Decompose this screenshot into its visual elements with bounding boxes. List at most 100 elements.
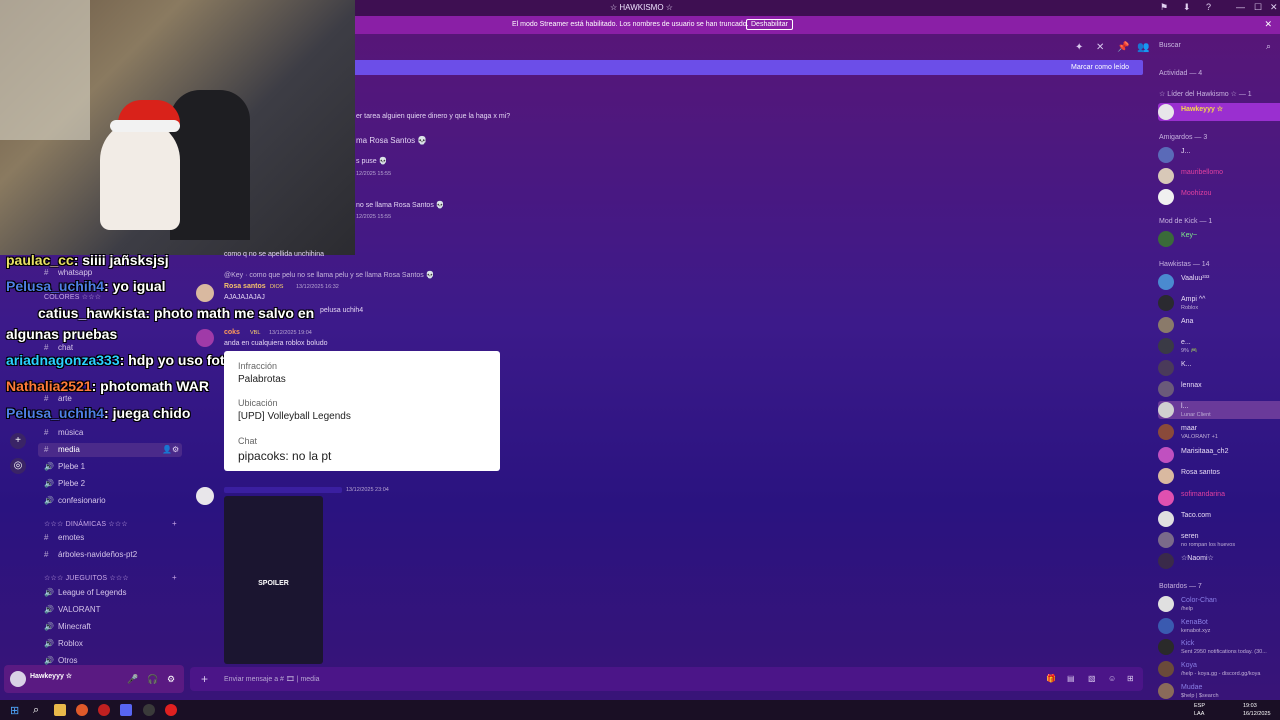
voice-plebe-1[interactable]: 🔊 Plebe 1	[44, 462, 85, 471]
category-dinamicas[interactable]: ☆☆☆ DINÁMICAS ☆☆☆	[44, 520, 128, 528]
voice-plebe-2[interactable]: 🔊 Plebe 2	[44, 479, 85, 488]
voice-minecraft[interactable]: 🔊 Minecraft	[44, 622, 91, 631]
invite-icon[interactable]: 👤	[162, 445, 172, 454]
member-item[interactable]: Vaaluu³³³	[1158, 273, 1278, 291]
voice-lol[interactable]: 🔊 League of Legends	[44, 588, 127, 597]
avatar[interactable]	[10, 671, 26, 687]
channel-label: chat	[58, 343, 74, 352]
user-name[interactable]: Hawkeyyy ☆	[30, 672, 72, 680]
member-item[interactable]: lennax	[1158, 380, 1278, 398]
disable-streamer-button[interactable]: Deshabilitar	[746, 19, 793, 30]
add-channel-icon[interactable]: +	[172, 573, 177, 582]
member-item[interactable]: Key~	[1158, 230, 1278, 248]
category-jueguitos[interactable]: ☆☆☆ JUEGUITOS ☆☆☆	[44, 574, 129, 582]
category-colores[interactable]: COLORES ☆☆☆	[44, 293, 101, 301]
member-item[interactable]: ☆Naomi☆	[1158, 552, 1278, 570]
download-icon[interactable]: ⬇	[1183, 2, 1191, 13]
channel-musica[interactable]: # música	[44, 428, 83, 437]
chat-label: Chat	[238, 436, 258, 446]
emoji-icon[interactable]: ☺	[1108, 674, 1116, 683]
avatar[interactable]	[196, 329, 214, 347]
member-item[interactable]: Mudae $help | $search	[1158, 682, 1278, 700]
app-icon[interactable]	[143, 704, 155, 716]
microphone-icon[interactable]: 🎤	[127, 674, 138, 685]
inbox-icon[interactable]: ⚑	[1160, 2, 1168, 13]
attach-icon[interactable]: +	[201, 672, 208, 686]
members-icon[interactable]: 👥	[1137, 42, 1149, 53]
youtube-icon[interactable]	[165, 704, 177, 716]
maximize-icon[interactable]: ☐	[1254, 2, 1262, 13]
voice-otros[interactable]: 🔊 Otros	[44, 656, 78, 665]
activity-header[interactable]: Actividad — 4	[1159, 70, 1202, 77]
member-item[interactable]: K...	[1158, 359, 1278, 377]
discover-icon[interactable]: ◎	[10, 458, 26, 474]
member-item[interactable]: Ampi ^^ Roblox	[1158, 294, 1278, 312]
explorer-icon[interactable]	[54, 704, 66, 716]
member-item[interactable]: Ana	[1158, 316, 1278, 334]
gif-icon[interactable]: ▤	[1067, 674, 1075, 683]
channel-media[interactable]: # media	[44, 445, 80, 454]
channel-whatsapp[interactable]: # whatsapp	[44, 268, 92, 277]
member-item[interactable]: Rosa santos	[1158, 467, 1278, 485]
mark-read-button[interactable]: Marcar como leído	[1071, 64, 1129, 71]
message-author[interactable]: coks	[224, 329, 240, 336]
start-icon[interactable]: ⊞	[10, 704, 22, 717]
user-settings-icon[interactable]: ⚙	[167, 674, 175, 685]
member-item[interactable]: Marisitaaa_ch2	[1158, 446, 1278, 464]
threads-icon[interactable]: ✦	[1075, 42, 1083, 53]
member-item[interactable]: KenaBot kenabot.xyz	[1158, 617, 1278, 635]
composer-placeholder: Enviar mensaje a # 🎞 | media	[224, 676, 320, 683]
pin-icon[interactable]: 📌	[1117, 42, 1129, 53]
channel-chat[interactable]: # chat	[44, 343, 73, 352]
member-item[interactable]: J...	[1158, 146, 1278, 164]
close-icon[interactable]: ✕	[1270, 2, 1278, 13]
mute-icon[interactable]: ✕	[1096, 42, 1104, 53]
settings-icon[interactable]: ⚙	[172, 445, 179, 454]
channel-emotes[interactable]: # emotes	[44, 533, 84, 542]
member-item[interactable]: Hawkeyyy ☆	[1158, 103, 1280, 121]
member-item[interactable]: Moohizou	[1158, 188, 1278, 206]
member-item[interactable]: maar VALORANT +1	[1158, 423, 1278, 441]
sticker-icon[interactable]: ▧	[1088, 674, 1096, 683]
language-indicator[interactable]: ESP	[1194, 703, 1205, 709]
member-item[interactable]: seren no rompan los huevos	[1158, 531, 1278, 549]
minimize-icon[interactable]: —	[1236, 2, 1245, 12]
add-channel-icon[interactable]: +	[172, 519, 177, 528]
voice-confesionario[interactable]: 🔊 confesionario	[44, 496, 106, 505]
spoiler-attachment[interactable]: SPOILER	[224, 496, 323, 664]
headphones-icon[interactable]: 🎧	[147, 674, 158, 685]
channel-arte[interactable]: # arte	[44, 394, 72, 403]
message-text: s puse 💀	[356, 158, 388, 165]
voice-valorant[interactable]: 🔊 VALORANT	[44, 605, 101, 614]
overlay-chat-line: Pelusa_uchih4: yo igual	[6, 278, 166, 294]
member-item[interactable]: Color-Chan/help	[1158, 595, 1278, 613]
apps-icon[interactable]: ⊞	[1127, 674, 1134, 683]
member-item[interactable]: Kick Sent 2950 notifications today. (30..…	[1158, 638, 1278, 656]
opera-icon[interactable]	[98, 704, 110, 716]
discord-icon[interactable]	[120, 704, 132, 716]
close-banner-icon[interactable]: ✕	[1264, 19, 1272, 30]
member-item[interactable]: Koya/help - koya.gg - discord.gg/koya	[1158, 660, 1278, 678]
browser-icon[interactable]	[76, 704, 88, 716]
message-author[interactable]: Rosa santos	[224, 283, 266, 290]
message-composer[interactable]: + Enviar mensaje a # 🎞 | media 🎁 ▤ ▧ ☺ ⊞	[190, 667, 1143, 691]
search-icon[interactable]: ⌕	[33, 704, 45, 716]
window-title: ☆ HAWKISMO ☆	[610, 3, 673, 12]
avatar[interactable]	[196, 487, 214, 505]
help-icon[interactable]: ?	[1206, 2, 1211, 12]
member-item[interactable]: Taco.com	[1158, 510, 1278, 528]
member-item[interactable]: l... Lunar Client	[1158, 401, 1280, 419]
avatar[interactable]	[196, 284, 214, 302]
channel-arboles[interactable]: # árboles-navideños-pt2	[44, 550, 137, 559]
voice-roblox[interactable]: 🔊 Roblox	[44, 639, 83, 648]
clock-time[interactable]: 19:03	[1243, 703, 1257, 709]
member-item[interactable]: e... 9% 🎮	[1158, 337, 1278, 355]
gift-icon[interactable]: 🎁	[1046, 674, 1056, 683]
search-input[interactable]: Buscar	[1155, 40, 1259, 54]
window-light	[0, 0, 90, 140]
message-text: AJAJAJAJAJ	[224, 294, 265, 301]
reply-preview[interactable]: @Key · como que pelu no se llama pelu y …	[224, 271, 434, 279]
member-item[interactable]: mauribellomo	[1158, 167, 1278, 185]
member-item[interactable]: sofimandarina	[1158, 489, 1278, 507]
add-server-icon[interactable]: +	[10, 433, 26, 449]
